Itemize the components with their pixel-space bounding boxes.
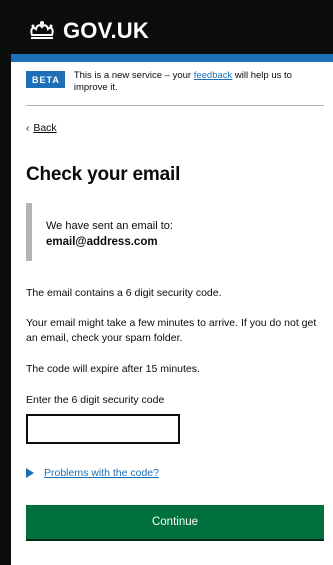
continue-button[interactable]: Continue	[26, 505, 324, 539]
govuk-logo-text: GOV.UK	[63, 18, 149, 43]
phase-tag: BETA	[26, 71, 65, 88]
problems-details-summary[interactable]: Problems with the code?	[26, 467, 159, 479]
back-link-label: Back	[33, 122, 57, 134]
feedback-link[interactable]: feedback	[194, 70, 233, 81]
govuk-logo-link[interactable]: GOV.UK	[27, 18, 149, 44]
paragraph-code-info: The email contains a 6 digit security co…	[26, 287, 222, 299]
phase-text-before: This is a new service – your	[73, 70, 194, 81]
inset-border	[26, 203, 32, 261]
email-address: email@address.com	[46, 236, 158, 248]
chevron-left-icon: ‹	[26, 122, 30, 134]
phase-banner: BETA This is a new service – your feedba…	[26, 70, 326, 94]
problems-link-label: Problems with the code?	[44, 467, 159, 479]
inset-intro: We have sent an email to:	[46, 220, 173, 232]
paragraph-spam-info: Your email might take a few minutes to a…	[26, 317, 317, 344]
inset-text: We have sent an email to: email@address.…	[26, 203, 316, 261]
phase-banner-divider	[26, 105, 324, 106]
phase-banner-text: This is a new service – your feedback wi…	[74, 70, 324, 94]
header-accent-stripe	[11, 54, 333, 62]
page-title: Check your email	[26, 164, 181, 185]
security-code-input[interactable]	[26, 414, 180, 444]
paragraph-expiry-info: The code will expire after 15 minutes.	[26, 363, 200, 375]
security-code-label: Enter the 6 digit security code	[26, 394, 165, 406]
back-link[interactable]: ‹ Back	[26, 122, 57, 134]
triangle-right-icon	[26, 468, 34, 478]
govuk-header: GOV.UK	[11, 0, 333, 54]
crown-icon	[30, 21, 54, 39]
